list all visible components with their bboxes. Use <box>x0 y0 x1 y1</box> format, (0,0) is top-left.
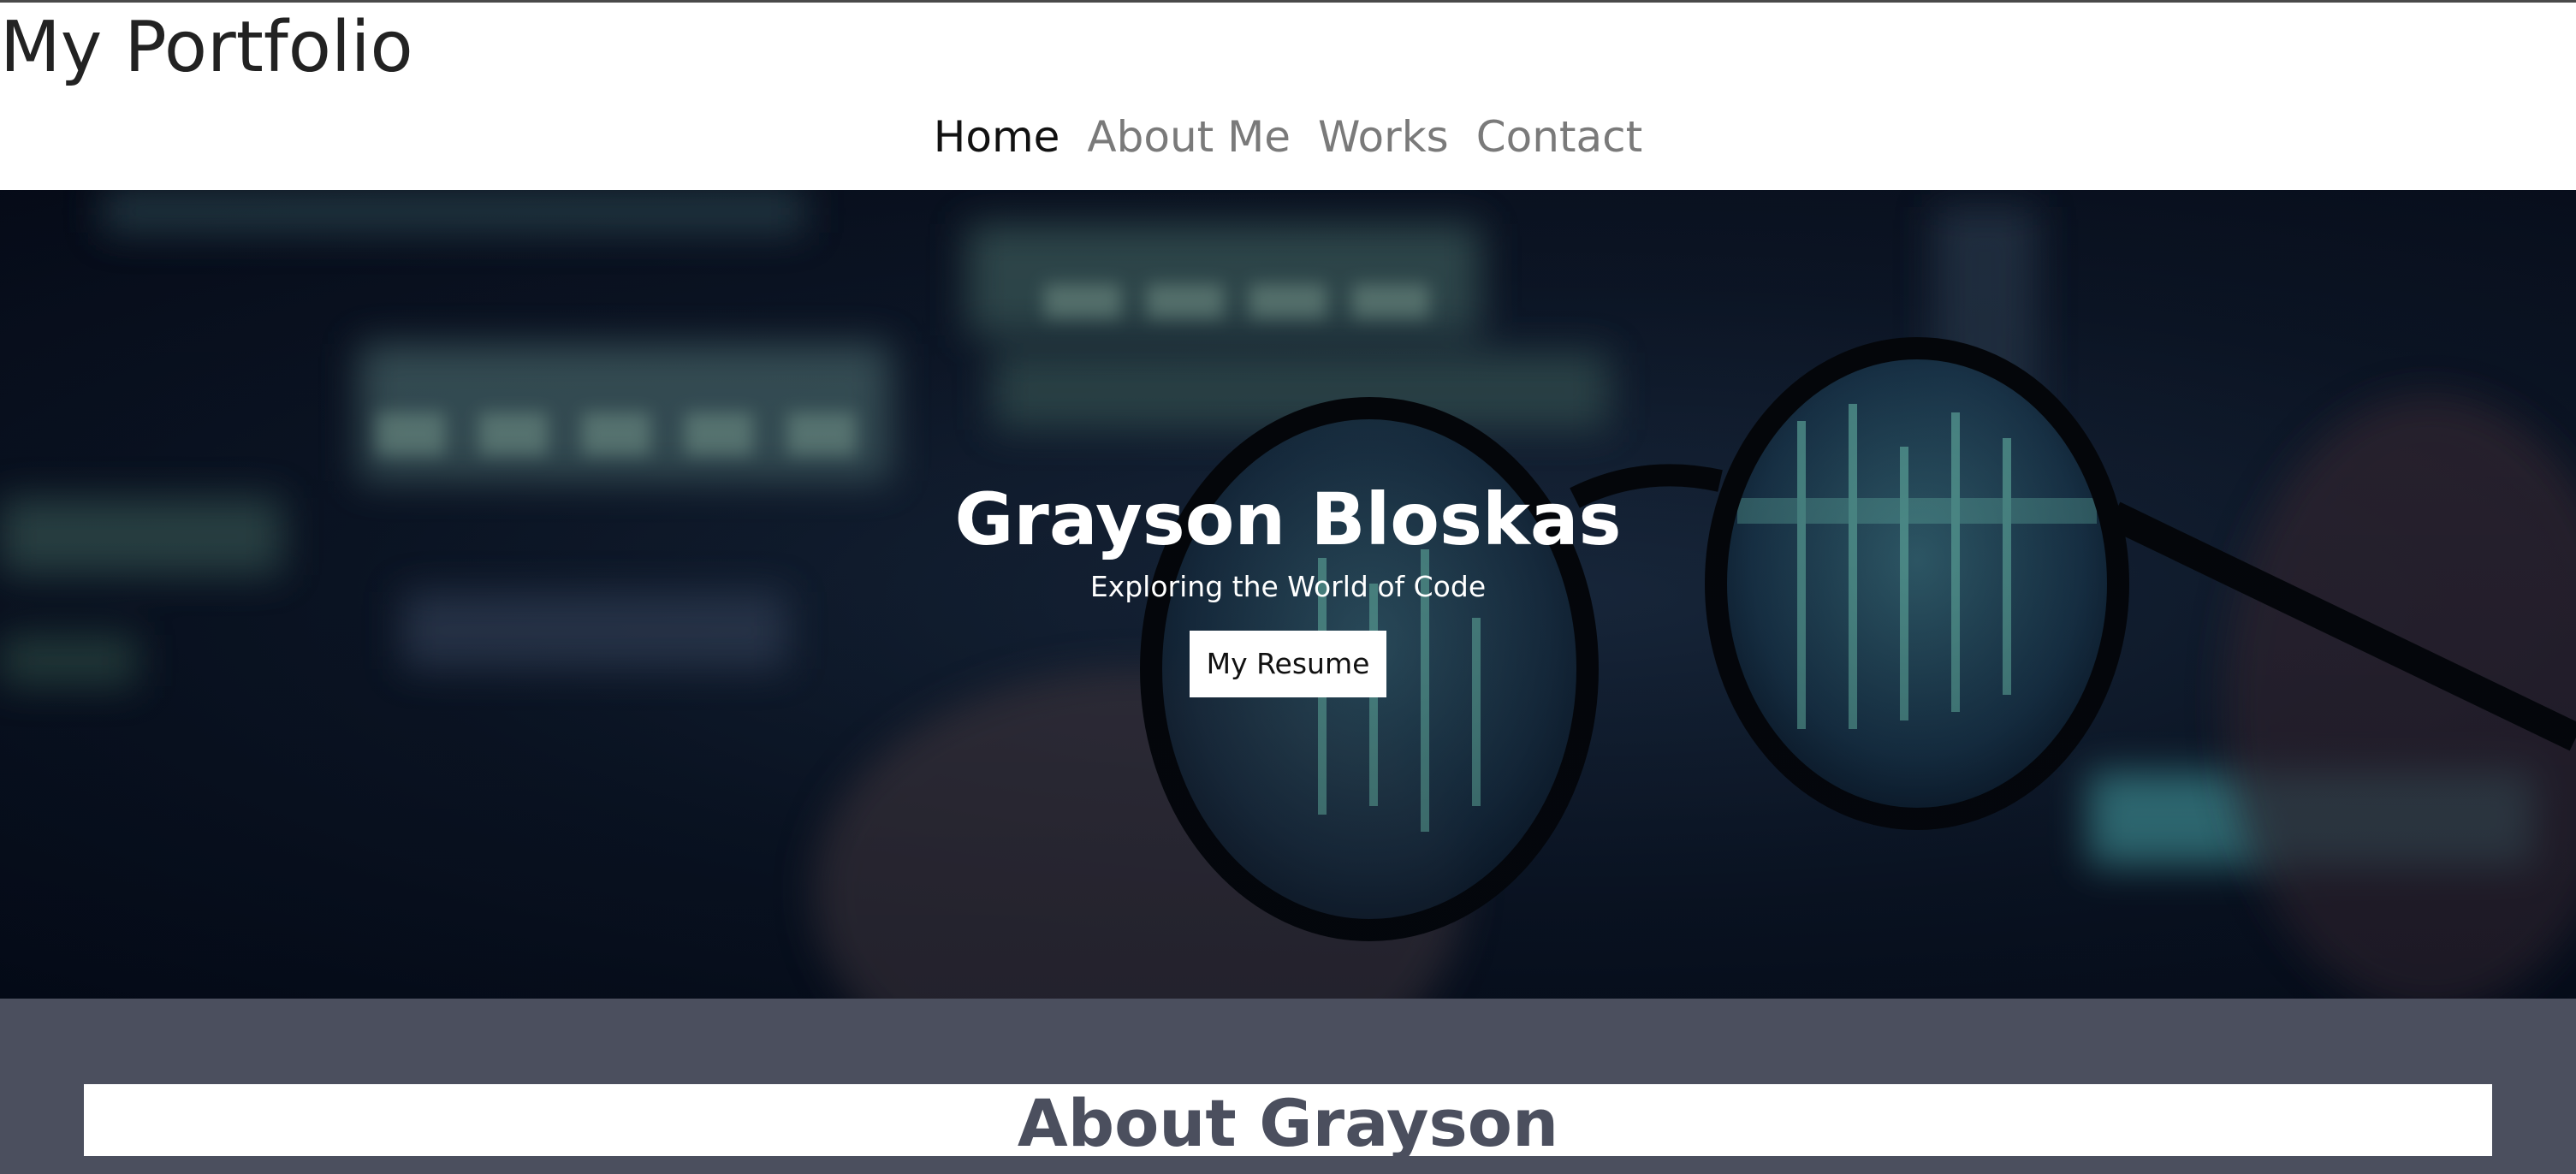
hero-content: Grayson Bloskas Exploring the World of C… <box>0 477 2576 697</box>
resume-button[interactable]: My Resume <box>1189 631 1387 697</box>
site-title: My Portfolio <box>0 7 413 88</box>
nav-item-about-me[interactable]: About Me <box>1087 107 1291 167</box>
hero-section: Grayson Bloskas Exploring the World of C… <box>0 190 2576 999</box>
about-heading-box: About Grayson <box>84 1084 2492 1156</box>
nav-item-contact[interactable]: Contact <box>1476 107 1643 167</box>
about-section: About Grayson <box>0 999 2576 1174</box>
hero-tagline: Exploring the World of Code <box>1089 570 1487 603</box>
hero-name: Grayson Bloskas <box>954 477 1622 561</box>
nav-item-home[interactable]: Home <box>934 107 1060 167</box>
nav-item-works[interactable]: Works <box>1318 107 1449 167</box>
about-heading: About Grayson <box>1017 1085 1559 1156</box>
top-border <box>0 0 2576 3</box>
main-nav: Home About Me Works Contact <box>0 107 2576 167</box>
page: My Portfolio Home About Me Works Contact <box>0 0 2576 1174</box>
